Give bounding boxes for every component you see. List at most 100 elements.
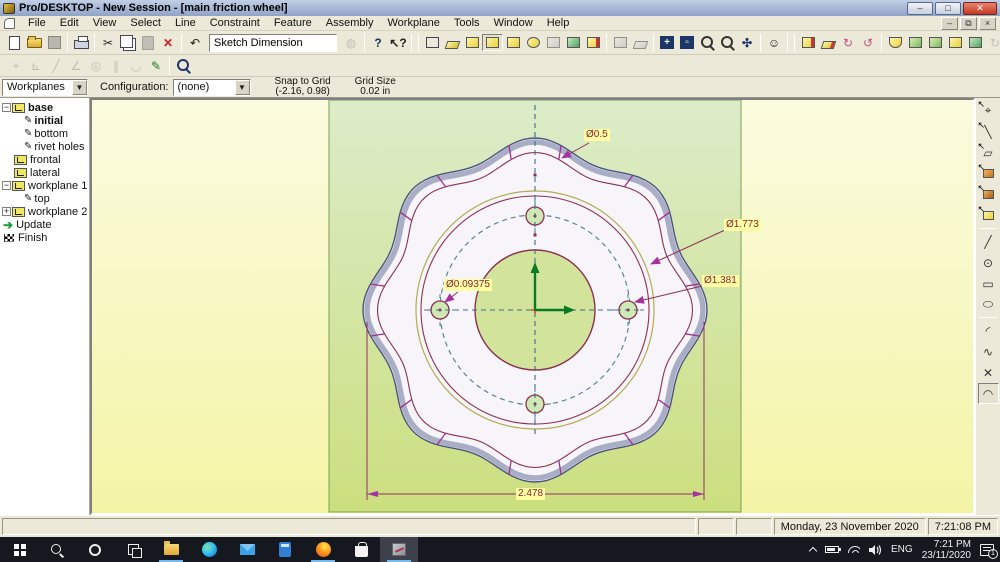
tree-item-initial[interactable]: ✎ initial [0,114,89,127]
tray-chevron-icon[interactable] [809,547,817,555]
notification-center-icon[interactable]: 1 [980,544,994,556]
select-face-button[interactable] [978,184,999,205]
menu-feature[interactable]: Feature [267,16,319,30]
drawing-canvas[interactable]: Ø0.5 Ø1.773 Ø1.381 Ø0.09375 2.478 [90,98,975,515]
new-workplane-button[interactable] [818,33,838,53]
smiley-button[interactable]: ☺ [764,33,784,53]
autoscale-button[interactable]: + [657,33,677,53]
inspect-button[interactable] [173,56,193,76]
dimension-label-lobe[interactable]: Ø0.5 [584,129,610,141]
print-button[interactable] [71,33,91,53]
menu-constraint[interactable]: Constraint [203,16,267,30]
tree-item-finish[interactable]: Finish [0,231,89,244]
trim-tool-button[interactable]: ✕ [978,362,999,383]
update-feature-button[interactable]: ↻ [985,33,1000,53]
view-workplane-button[interactable] [442,33,462,53]
view-plane-button[interactable] [563,33,583,53]
sketch-point[interactable] [534,174,537,177]
mdi-minimize-button[interactable]: – [941,17,958,30]
extrude-button[interactable] [885,33,905,53]
select-line-button[interactable]: ╲ [978,121,999,142]
concentric-constraint-button[interactable]: ◎ [86,56,106,76]
view-shaded-button[interactable] [503,33,523,53]
menu-view[interactable]: View [86,16,124,30]
tree-item-lateral[interactable]: lateral [0,166,89,179]
zoom-in-button[interactable] [697,33,717,53]
project-button[interactable] [905,33,925,53]
file-explorer-button[interactable] [152,537,190,562]
expand-icon[interactable]: + [2,207,11,216]
ellipse-tool-button[interactable]: ⬭ [978,294,999,315]
sketch-drawing[interactable] [92,100,973,513]
menu-assembly[interactable]: Assembly [319,16,381,30]
menu-tools[interactable]: Tools [447,16,487,30]
spline-tool-button[interactable]: ∿ [978,341,999,362]
menu-file[interactable]: File [21,16,53,30]
wifi-icon[interactable] [848,546,860,553]
view-section-button[interactable] [583,33,603,53]
parallel-constraint-button[interactable]: ∥ [106,56,126,76]
delete-button[interactable]: ✕ [158,33,178,53]
paste-button[interactable] [138,33,158,53]
menu-window[interactable]: Window [487,16,540,30]
orbit-view-button[interactable]: ↺ [858,33,878,53]
select-workplane-button[interactable]: ▱ [978,142,999,163]
rotate-view-button[interactable]: ↻ [838,33,858,53]
dimension-lock-button[interactable]: ◍ [341,33,361,53]
battery-icon[interactable] [825,546,839,553]
view-enhanced-button[interactable] [523,33,543,53]
line-tool-button[interactable]: ╱ [978,231,999,252]
pan-button[interactable]: ✣ [737,33,757,53]
minimize-button[interactable]: – [907,2,933,15]
select-feature-button[interactable] [978,205,999,226]
cortana-button[interactable] [76,537,114,562]
tangent-constraint-button[interactable]: ◡ [126,56,146,76]
menu-help[interactable]: Help [540,16,577,30]
angle-constraint-button[interactable]: ∠ [66,56,86,76]
view-extra1-button[interactable] [610,33,630,53]
dimension-label-rivet[interactable]: Ø0.09375 [444,279,492,291]
language-indicator[interactable]: ENG [891,544,913,555]
view-shaded-wire-button[interactable] [462,33,482,53]
tree-item-frontal[interactable]: frontal [0,153,89,166]
circle-tool-button[interactable]: ⊙ [978,252,999,273]
store-button[interactable] [342,537,380,562]
taskbar-clock[interactable]: 7:21 PM 23/11/2020 [922,539,971,561]
help-button[interactable]: ? [368,33,388,53]
tree-item-base[interactable]: − base [0,101,89,114]
combo-arrow-icon[interactable]: ▼ [72,80,87,95]
new-sketch-button[interactable] [798,33,818,53]
menu-edit[interactable]: Edit [53,16,86,30]
prodesktop-taskbar-button[interactable] [380,537,418,562]
combo-arrow-icon[interactable]: ▼ [235,80,250,95]
sketch-point[interactable] [534,234,537,237]
configuration-combobox[interactable]: (none) ▼ [173,79,251,96]
dimension-label-width[interactable]: 2.478 [516,488,545,500]
sketch-pencil-button[interactable]: ✎ [146,56,166,76]
dimension-label-bolt[interactable]: Ø1.381 [702,275,739,287]
undo-button[interactable]: ↶ [185,33,205,53]
context-help-button[interactable]: ↖? [388,33,408,53]
open-button[interactable] [24,33,44,53]
menu-select[interactable]: Select [123,16,168,30]
collapse-icon[interactable]: − [2,103,11,112]
select-tool-button[interactable]: ⌖ [978,100,999,121]
select-solid-button[interactable] [978,163,999,184]
start-button[interactable] [0,537,38,562]
zoom-box-button[interactable]: ▫ [677,33,697,53]
zoom-out-button[interactable] [717,33,737,53]
mdi-close-button[interactable]: × [979,17,996,30]
view-onto-workplane-button[interactable] [482,34,503,51]
mail-button[interactable] [228,537,266,562]
tree-item-workplane-1[interactable]: − workplane 1 [0,179,89,192]
workplanes-combobox[interactable]: Workplanes ▼ [2,79,88,96]
collapse-icon[interactable]: − [2,181,11,190]
close-button[interactable]: ✕ [963,2,997,15]
menu-line[interactable]: Line [168,16,203,30]
cut-button[interactable]: ✂ [98,33,118,53]
sweep-button[interactable] [945,33,965,53]
firefox-button[interactable] [304,537,342,562]
tree-item-top[interactable]: ✎ top [0,192,89,205]
edge-button[interactable] [190,537,228,562]
view-extra2-button[interactable] [630,33,650,53]
